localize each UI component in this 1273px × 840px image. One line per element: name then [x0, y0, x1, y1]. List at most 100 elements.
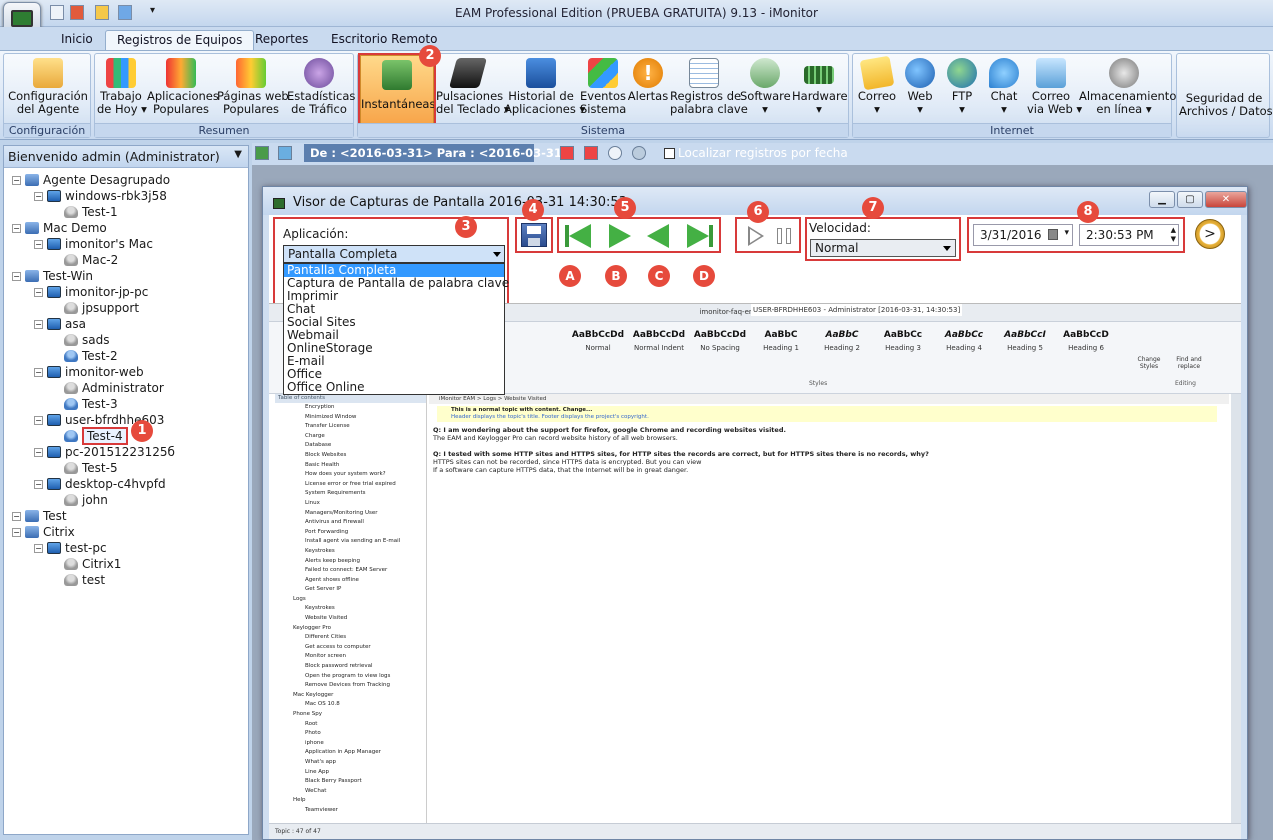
- tree-node[interactable]: − imonitor's Mac: [12, 236, 246, 252]
- expander-icon[interactable]: −: [12, 176, 21, 185]
- pie-quick-icon[interactable]: [70, 5, 84, 20]
- expander-icon[interactable]: −: [12, 224, 21, 233]
- tree-node[interactable]: − Citrix: [12, 524, 246, 540]
- calendar-icon[interactable]: [560, 146, 574, 160]
- expander-icon[interactable]: −: [34, 416, 43, 425]
- application-option[interactable]: Imprimir: [284, 290, 504, 303]
- eventos-sistema-button[interactable]: Eventos Sistema: [580, 58, 626, 124]
- expander-icon[interactable]: −: [34, 288, 43, 297]
- tree-node[interactable]: − pc-20151223125б: [12, 444, 246, 460]
- estadisticas-trafico-button[interactable]: Estadísticas de Tráfico: [287, 58, 355, 124]
- trabajo-hoy-button[interactable]: Trabajo de Hoy ▾: [97, 58, 147, 124]
- locate-by-date-checkbox[interactable]: [664, 148, 675, 159]
- software-button[interactable]: Software ▾: [740, 58, 791, 124]
- chart-quick-icon[interactable]: [50, 5, 64, 20]
- go-to-time-icon[interactable]: >: [1195, 219, 1225, 249]
- agent-config-button[interactable]: Configuración del Agente: [8, 58, 88, 124]
- expander-icon[interactable]: −: [34, 480, 43, 489]
- tree-node[interactable]: − Test: [12, 508, 246, 524]
- date-picker[interactable]: 3/31/2016 ▾: [973, 224, 1073, 246]
- chat-button[interactable]: Chat ▾: [985, 58, 1023, 124]
- style-name: Heading 5: [1007, 344, 1043, 352]
- historial-apps-button[interactable]: Historial de Aplicaciones ▾: [504, 58, 585, 124]
- tree-node[interactable]: − asa: [12, 316, 246, 332]
- registros-palabra-button[interactable]: Registros de palabra clave: [670, 58, 748, 124]
- tree-node[interactable]: Mac-2: [12, 252, 246, 268]
- tree-node[interactable]: − Mac Demo: [12, 220, 246, 236]
- tree-node-label: Test-2: [82, 349, 118, 363]
- last-button[interactable]: [685, 223, 715, 249]
- expander-icon[interactable]: −: [12, 272, 21, 281]
- expander-icon[interactable]: −: [34, 320, 43, 329]
- chevron-down-icon[interactable]: ▼: [234, 149, 242, 160]
- application-select[interactable]: Pantalla Completa: [283, 245, 505, 263]
- find-replace-label: Find and replace: [1176, 356, 1202, 370]
- ftp-button[interactable]: FTP ▾: [943, 58, 981, 124]
- tree-node[interactable]: Test-1: [12, 204, 246, 220]
- expander-icon[interactable]: −: [34, 368, 43, 377]
- panel-header[interactable]: Bienvenido admin (Administrator) ▼: [4, 146, 248, 168]
- export-excel-icon[interactable]: [255, 146, 269, 160]
- speed-select[interactable]: Normal: [810, 239, 956, 257]
- toc-item: Encryption: [305, 404, 335, 410]
- tree-node[interactable]: jpsupport: [12, 300, 246, 316]
- tree-node[interactable]: − imonitor-web: [12, 364, 246, 380]
- tree-node[interactable]: john: [12, 492, 246, 508]
- instantaneas-button[interactable]: Instantáneas: [358, 53, 436, 127]
- tree-node[interactable]: − desktop-c4hvpfd: [12, 476, 246, 492]
- apps-populares-button[interactable]: Aplicaciones Populares: [147, 58, 219, 124]
- save-disk-icon[interactable]: [521, 223, 547, 247]
- expander-icon[interactable]: −: [34, 544, 43, 553]
- go-clock-icon[interactable]: [632, 146, 646, 160]
- correo-button[interactable]: Correo ▾: [857, 55, 897, 124]
- monitor-quick-icon[interactable]: [118, 5, 132, 20]
- maximize-button[interactable]: ▢: [1177, 191, 1203, 208]
- tree-node[interactable]: − test-pc: [12, 540, 246, 556]
- web-button[interactable]: Web ▾: [901, 58, 939, 124]
- expander-icon[interactable]: −: [12, 528, 21, 537]
- expander-icon[interactable]: −: [34, 240, 43, 249]
- refresh-icon[interactable]: [278, 146, 292, 160]
- application-option[interactable]: Office Online: [284, 381, 504, 394]
- calendar-range-icon[interactable]: [584, 146, 598, 160]
- next-button[interactable]: [605, 223, 635, 249]
- play-icon[interactable]: [745, 225, 767, 247]
- tree-node[interactable]: Test-3: [12, 396, 246, 412]
- tree-node[interactable]: Test-4: [12, 427, 246, 445]
- pause-icon[interactable]: [777, 228, 793, 244]
- tab-reportes[interactable]: Reportes: [244, 30, 319, 50]
- expander-icon[interactable]: −: [34, 448, 43, 457]
- time-picker[interactable]: 2:30:53 PM ▲ ▼: [1079, 224, 1179, 246]
- toc-item: Alerts keep beeping: [305, 557, 360, 564]
- previous-button[interactable]: [645, 223, 675, 249]
- expander-icon[interactable]: −: [12, 512, 21, 521]
- tree-node[interactable]: Test-2: [12, 348, 246, 364]
- tab-registros[interactable]: Registros de Equipos: [105, 30, 255, 50]
- tree-node[interactable]: − Agente Desagrupado: [12, 172, 246, 188]
- close-button[interactable]: ✕: [1205, 191, 1247, 208]
- tree-node[interactable]: Administrator: [12, 380, 246, 396]
- pulsaciones-button[interactable]: Pulsaciones del Teclado ▾: [436, 58, 510, 124]
- expander-icon[interactable]: −: [34, 192, 43, 201]
- clock-icon[interactable]: [608, 146, 622, 160]
- almacenamiento-button[interactable]: Almacenamiento en línea ▾: [1079, 58, 1176, 124]
- tree-node[interactable]: Test-5: [12, 460, 246, 476]
- first-button[interactable]: [565, 223, 595, 249]
- stats-quick-icon[interactable]: [95, 5, 109, 20]
- tree-node[interactable]: − imonitor-jp-pc: [12, 284, 246, 300]
- tree-node[interactable]: test: [12, 572, 246, 588]
- tree-node[interactable]: Citrix1: [12, 556, 246, 572]
- webmail-button[interactable]: Correo via Web ▾: [1027, 58, 1082, 124]
- tree-node-label: test-pc: [65, 541, 107, 555]
- tab-inicio[interactable]: Inicio: [50, 30, 104, 50]
- web-populares-button[interactable]: Páginas web Populares: [217, 58, 289, 124]
- tree-node[interactable]: sads: [12, 332, 246, 348]
- spinner-icon[interactable]: ▲ ▼: [1171, 226, 1176, 244]
- tree-node[interactable]: − user-bfrdhhe603: [12, 412, 246, 428]
- tree-node[interactable]: − Test-Win: [12, 268, 246, 284]
- quick-access-dropdown-icon[interactable]: ▾: [150, 5, 155, 16]
- minimize-button[interactable]: ▁: [1149, 191, 1175, 208]
- alertas-button[interactable]: ! Alertas: [626, 58, 670, 124]
- hardware-button[interactable]: Hardware ▾: [792, 58, 848, 124]
- tree-node[interactable]: − windows-rbk3j58: [12, 188, 246, 204]
